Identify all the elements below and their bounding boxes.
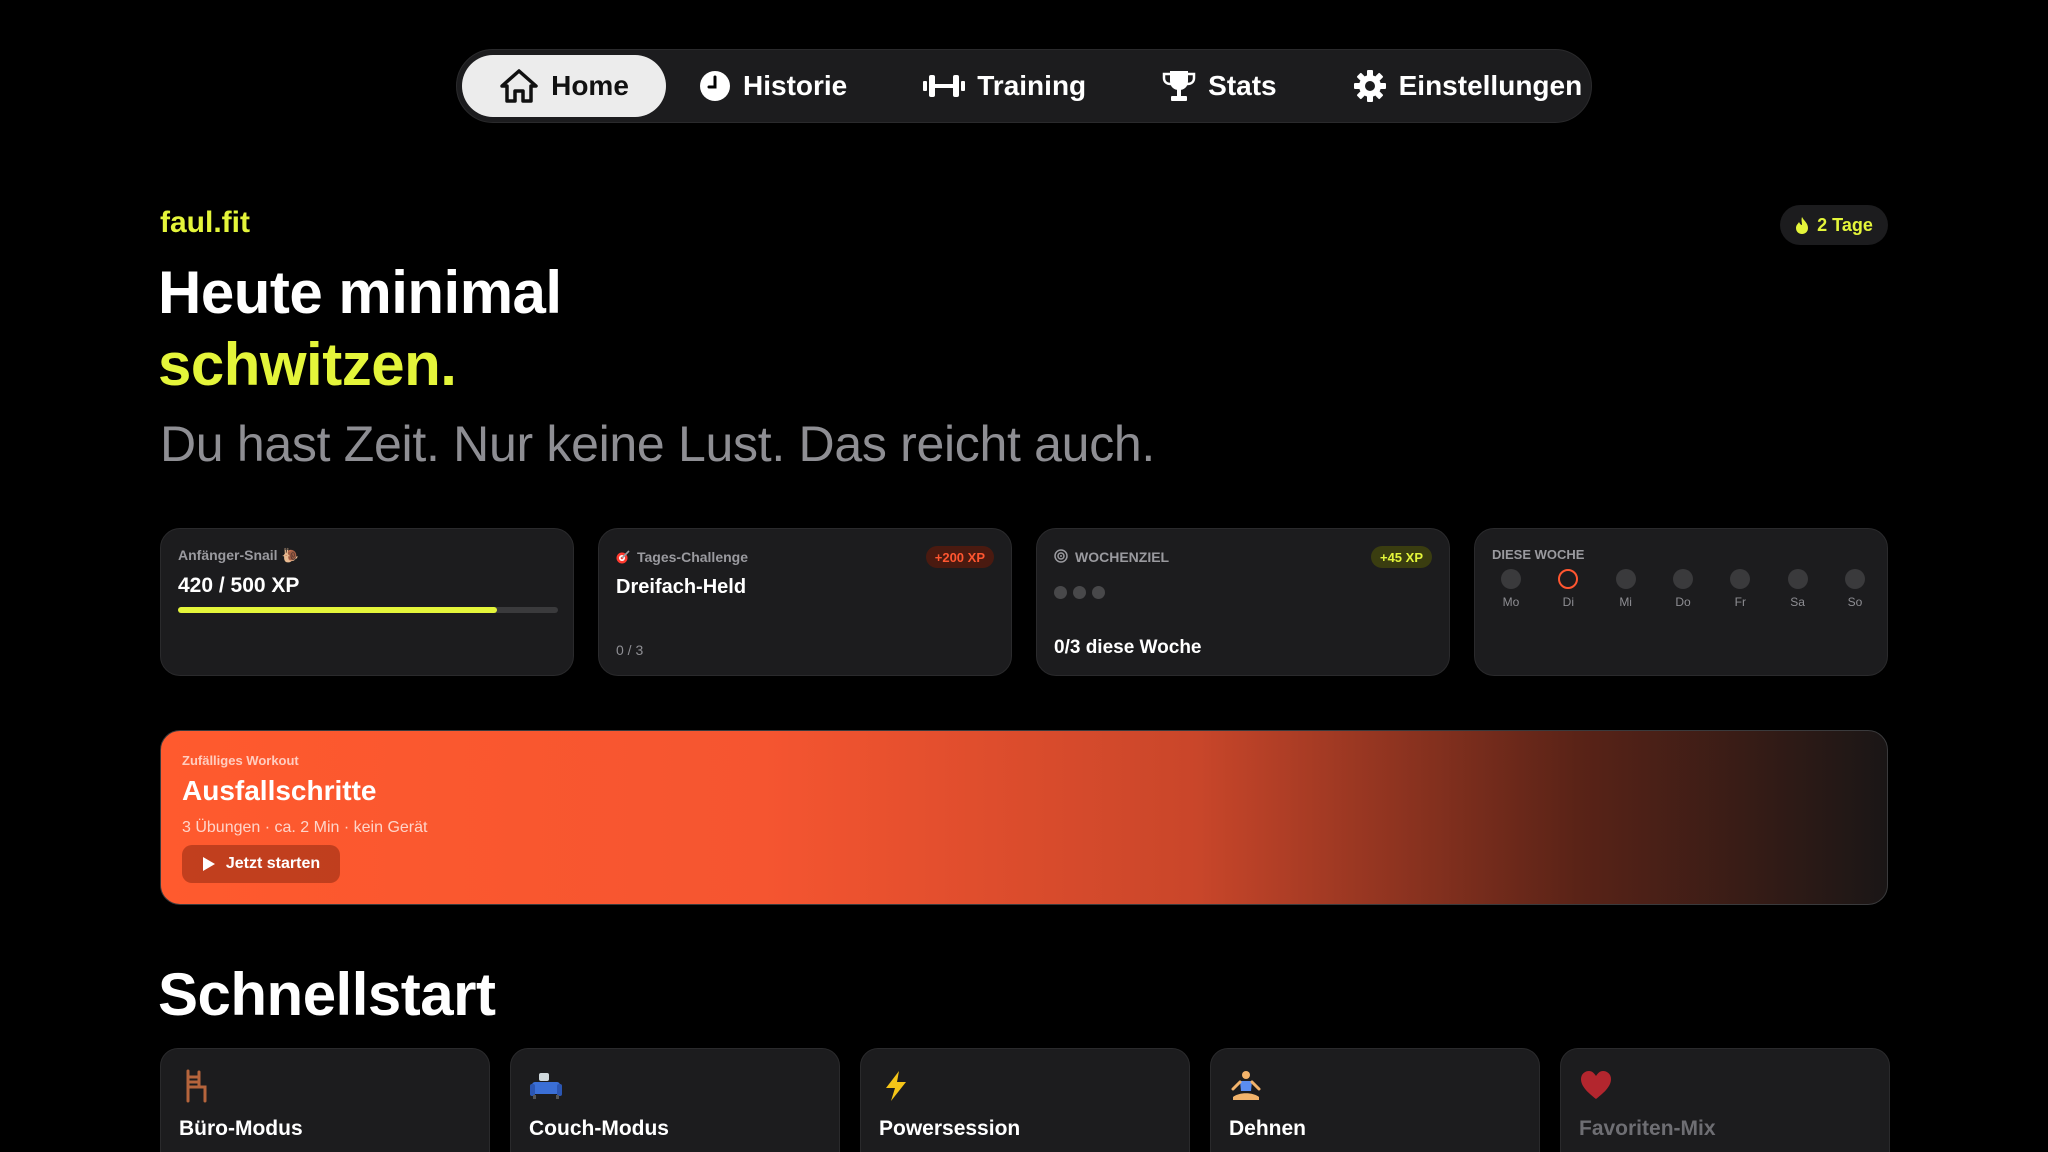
weekly-goal-xp-badge: +45 XP: [1370, 546, 1432, 568]
streak-badge[interactable]: 2 Tage: [1780, 205, 1888, 245]
xp-value: 420 / 500 XP: [178, 574, 300, 597]
level-card[interactable]: Anfänger-Snail 🐌 420 / 500 XP: [160, 528, 574, 676]
banner-meta: 3 Übungen · ca. 2 Min · kein Gerät: [182, 819, 428, 836]
day-label: Di: [1562, 595, 1574, 609]
gear-icon: [1353, 70, 1386, 102]
nav-tab-label: Historie: [743, 70, 848, 101]
nav-tab-label: Training: [977, 70, 1087, 101]
quickstart-favoriten-mix[interactable]: Favoriten-Mix: [1560, 1048, 1890, 1152]
nav-tab-label: Einstellungen: [1398, 70, 1583, 101]
challenge-xp-badge: +200 XP: [925, 546, 994, 568]
xp-progress-bar: [178, 607, 558, 613]
day-indicator: [1787, 569, 1808, 589]
nav-tab-label: Stats: [1208, 70, 1277, 101]
quickstart-label: Büro-Modus: [179, 1117, 303, 1140]
target-icon: [1054, 549, 1068, 563]
quickstart-dehnen[interactable]: Dehnen: [1210, 1048, 1540, 1152]
day-fr[interactable]: Fr: [1722, 569, 1758, 609]
nav-tab-label: Home: [551, 70, 629, 101]
lightning-icon: [886, 1071, 906, 1101]
day-di[interactable]: Di: [1550, 569, 1586, 609]
banner-title: Ausfallschritte: [182, 775, 377, 806]
headline-line2: schwitzen.: [158, 331, 457, 398]
day-indicator: [1672, 569, 1693, 589]
weekly-goal-dots: [1054, 586, 1105, 599]
couch-icon: [530, 1073, 562, 1099]
banner-kicker: Zufälliges Workout: [182, 753, 299, 768]
streak-text: 2 Tage: [1817, 214, 1873, 235]
goal-dot: [1073, 586, 1086, 599]
weekly-goal-card[interactable]: WOCHENZIEL +45 XP 0/3 diese Woche: [1036, 528, 1450, 676]
day-mo[interactable]: Mo: [1493, 569, 1529, 609]
weekly-goal-text: 0/3 diese Woche: [1054, 637, 1202, 658]
day-indicator-today: [1558, 569, 1579, 589]
goal-dot: [1054, 586, 1067, 599]
quickstart-title: Schnellstart: [158, 961, 496, 1028]
xp-progress-fill: [178, 607, 498, 613]
weekly-goal-label: WOCHENZIEL: [1075, 549, 1170, 565]
play-icon: [202, 857, 215, 871]
quickstart-label: Powersession: [879, 1117, 1021, 1140]
week-label: DIESE WOCHE: [1492, 547, 1585, 562]
dumbbell-icon: [923, 75, 966, 97]
chair-icon: [186, 1069, 207, 1103]
level-label: Anfänger-Snail 🐌: [178, 547, 299, 563]
quickstart-label: Favoriten-Mix: [1579, 1117, 1716, 1140]
day-sa[interactable]: Sa: [1780, 569, 1816, 609]
clock-icon: [700, 71, 730, 101]
day-so[interactable]: So: [1837, 569, 1873, 609]
trophy-icon: [1162, 71, 1196, 101]
challenge-title: Dreifach-Held: [616, 576, 747, 598]
week-days-row: Mo Di Mi Do Fr Sa So: [1493, 569, 1873, 609]
yoga-icon: [1231, 1071, 1261, 1100]
day-mi[interactable]: Mi: [1608, 569, 1644, 609]
day-indicator: [1615, 569, 1636, 589]
challenge-count: 0 / 3: [616, 642, 644, 658]
flame-icon: [1796, 216, 1809, 234]
quickstart-label: Dehnen: [1229, 1117, 1307, 1140]
day-indicator: [1730, 569, 1751, 589]
headline-line1: Heute minimal: [158, 259, 562, 326]
goal-dot: [1092, 586, 1105, 599]
start-button-label: Jetzt starten: [225, 855, 321, 872]
challenge-label: Tages-Challenge: [637, 549, 748, 565]
day-label: Fr: [1734, 595, 1746, 609]
quickstart-couch-modus[interactable]: Couch-Modus: [510, 1048, 840, 1152]
headline-subtitle: Du hast Zeit. Nur keine Lust. Das reicht…: [160, 416, 1155, 472]
quickstart-buero-modus[interactable]: Büro-Modus: [160, 1048, 490, 1152]
week-card[interactable]: DIESE WOCHE Mo Di Mi Do Fr Sa So: [1474, 528, 1888, 676]
nav-tab-historie[interactable]: Historie: [699, 55, 847, 117]
day-indicator: [1501, 569, 1521, 589]
challenge-card[interactable]: Tages-Challenge +200 XP Dreifach-Held 0 …: [598, 528, 1012, 676]
heart-icon: [1581, 1071, 1611, 1099]
nav-tab-stats[interactable]: Stats: [1162, 55, 1277, 117]
random-workout-banner[interactable]: Zufälliges Workout Ausfallschritte 3 Übu…: [160, 730, 1888, 905]
nav-tab-training[interactable]: Training: [923, 55, 1086, 117]
brand-logo: faul.fit: [160, 206, 250, 239]
quickstart-powersession[interactable]: Powersession: [860, 1048, 1190, 1152]
start-workout-button[interactable]: Jetzt starten: [182, 845, 340, 883]
day-label: Sa: [1790, 595, 1805, 609]
day-label: Do: [1675, 595, 1691, 609]
nav-tab-einstellungen[interactable]: Einstellungen: [1353, 55, 1583, 117]
day-label: Mo: [1502, 595, 1520, 609]
day-do[interactable]: Do: [1665, 569, 1701, 609]
home-icon: [500, 69, 538, 103]
day-label: So: [1847, 595, 1863, 609]
day-indicator: [1844, 569, 1865, 589]
top-navigation: Home Historie Training Stats Einstellung…: [456, 49, 1592, 123]
quickstart-label: Couch-Modus: [529, 1117, 669, 1140]
day-label: Mi: [1619, 595, 1632, 609]
dart-icon: [616, 550, 630, 564]
nav-tab-home[interactable]: Home: [462, 55, 666, 117]
